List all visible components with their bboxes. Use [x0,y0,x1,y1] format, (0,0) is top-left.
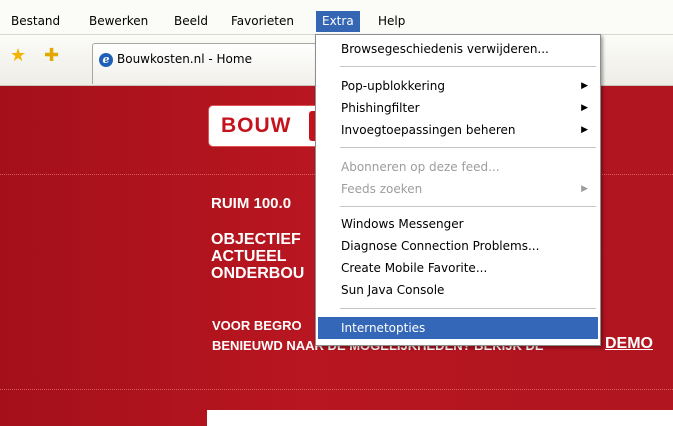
menu-item-label: Feeds zoeken [341,182,423,196]
menu-item-windows-messenger[interactable]: Windows Messenger [318,213,598,235]
menu-bewerken[interactable]: Bewerken [83,11,154,32]
menu-item-sun-java-console[interactable]: Sun Java Console [318,279,598,301]
menu-bestand[interactable]: Bestand [5,11,66,32]
menu-item-create-mobile-favorite[interactable]: Create Mobile Favorite... [318,257,598,279]
menu-item-label: Windows Messenger [341,217,464,231]
demo-link[interactable]: DEMO [605,335,653,353]
menu-item-label: Create Mobile Favorite... [341,261,488,275]
submenu-arrow-icon: ▶ [581,125,588,135]
menu-separator [340,147,596,148]
menu-item-popup-blocker[interactable]: Pop-upblokkering ▶ [318,75,598,97]
menu-item-subscribe-feed: Abonneren op deze feed... [318,156,598,178]
menu-item-label: Sun Java Console [341,283,445,297]
headline-line: ACTUEEL [211,248,287,265]
headline-line: ONDERBOU [211,265,305,282]
menu-help[interactable]: Help [372,11,411,32]
menu-separator [340,308,596,309]
menu-item-find-feeds: Feeds zoeken ▶ [318,178,598,200]
menu-separator [340,206,596,207]
headline-block: OBJECTIEF ACTUEEL ONDERBOU [211,231,304,282]
submenu-arrow-icon: ▶ [581,184,588,194]
tab-title: Bouwkosten.nl - Home [117,52,252,66]
menu-item-label: Browsegeschiedenis verwijderen... [341,42,549,56]
ie-page-icon: e [99,53,113,67]
tab-bouwkosten-home[interactable]: e Bouwkosten.nl - Home [92,43,326,84]
menu-item-internet-options[interactable]: Internetopties [318,317,598,339]
menu-item-phishing-filter[interactable]: Phishingfilter ▶ [318,97,598,119]
tagline: VOOR BEGRO [212,318,302,333]
headline: RUIM 100.0 [211,195,292,212]
menu-item-manage-addons[interactable]: Invoegtoepassingen beheren ▶ [318,119,598,141]
add-favorite-icon[interactable]: ✚ [44,47,59,65]
headline-line: OBJECTIEF [211,231,301,248]
extra-dropdown-menu: Browsegeschiedenis verwijderen... Pop-up… [315,34,601,346]
menu-bar: Bestand Bewerken Beeld Favorieten Extra … [0,0,673,35]
menu-separator [340,66,596,67]
menu-item-label: Phishingfilter [341,101,420,115]
content-panel [207,410,673,426]
menu-item-browsing-history[interactable]: Browsegeschiedenis verwijderen... [318,38,598,60]
menu-item-label: Internetopties [341,321,426,335]
favorites-star-icon[interactable]: ★ [10,47,26,65]
menu-beeld[interactable]: Beeld [168,11,214,32]
menu-favorieten[interactable]: Favorieten [225,11,300,32]
menu-item-diagnose-connection[interactable]: Diagnose Connection Problems... [318,235,598,257]
submenu-arrow-icon: ▶ [581,103,588,113]
menu-extra[interactable]: Extra [316,11,360,32]
submenu-arrow-icon: ▶ [581,81,588,91]
menu-item-label: Diagnose Connection Problems... [341,239,540,253]
menu-item-label: Abonneren op deze feed... [341,160,500,174]
menu-item-label: Pop-upblokkering [341,79,445,93]
divider [0,389,673,390]
menu-item-label: Invoegtoepassingen beheren [341,123,516,137]
logo-text: BOUW [221,114,292,137]
